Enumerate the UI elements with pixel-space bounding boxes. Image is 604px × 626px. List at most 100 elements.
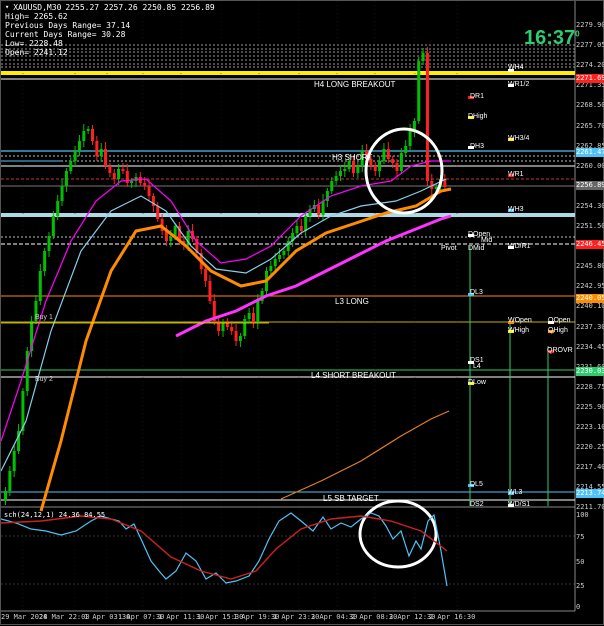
oscillator-tick-label: 50 xyxy=(576,558,585,566)
level-qopen-label: QOpen xyxy=(548,317,571,324)
price-tick-label: 2265.70 xyxy=(576,121,604,130)
candle-body xyxy=(104,149,108,166)
candle-body xyxy=(143,183,147,186)
candle-body xyxy=(299,226,303,231)
candle-body xyxy=(386,149,390,159)
oscillator-main-line xyxy=(1,512,448,587)
level-dh3-label: DH3 xyxy=(470,143,485,150)
candle-body xyxy=(408,131,412,146)
level-wr12-label: WR1/2 xyxy=(508,81,530,88)
level-wds1-label: WD/S1 xyxy=(508,501,531,508)
candle-body xyxy=(282,251,286,255)
ohlc-readout: 2255.27 2257.26 2250.85 2256.89 xyxy=(65,3,215,12)
oscillator-title: sch(24,12,1) 24.36 84.55 xyxy=(4,511,106,519)
price-tick-label: 2260.00 xyxy=(576,161,604,170)
candle-body xyxy=(121,169,125,171)
price-tick-label: 2268.50 xyxy=(576,101,604,110)
level-dl5-label: DL5 xyxy=(470,481,483,488)
candle-body xyxy=(321,201,325,215)
level-mid-label: Mid xyxy=(481,237,493,244)
candle-body xyxy=(225,323,229,327)
price-tick-label: 2240.10 xyxy=(576,302,604,311)
level-pivot-label: Pivot xyxy=(441,245,457,252)
oscillator-tick-label: 0 xyxy=(576,603,581,611)
level-whigh-label: WHigh xyxy=(508,327,530,334)
chart-window[interactable]: ▾ XAUUSD,M30 2255.27 2257.26 2250.85 2256.… xyxy=(0,0,604,625)
candle-body xyxy=(208,281,212,301)
candle-body xyxy=(356,166,360,173)
candle-body xyxy=(234,331,238,341)
time-tick-label: 28 Mar 22:00 xyxy=(39,613,90,621)
candle-body xyxy=(334,176,338,181)
candle-body xyxy=(304,216,308,231)
candle-body xyxy=(391,159,395,163)
candle-body xyxy=(352,161,355,173)
level-wh4-label: WH4 xyxy=(508,64,524,71)
candle-body xyxy=(130,181,134,183)
symbol-dropdown-icon[interactable]: ▾ xyxy=(5,3,9,12)
level-wdr1-label: WD/R1 xyxy=(508,243,531,250)
price-tick-label: 2242.95 xyxy=(576,282,604,291)
candle-body xyxy=(51,216,55,236)
level-h4-label: H4 LONG BREAKOUT xyxy=(314,80,396,89)
candle-body xyxy=(343,169,347,171)
candle-body xyxy=(278,255,282,259)
price-tick-label: 2279.90 xyxy=(576,21,604,29)
price-tick-label: 2251.50 xyxy=(576,222,604,230)
candle-body xyxy=(217,321,221,331)
clock-display: 16:370 xyxy=(524,27,580,49)
candle-body xyxy=(43,251,47,271)
info-line: Current Days Range= 30.28 xyxy=(5,30,126,39)
candle-body xyxy=(230,327,234,331)
candle-body xyxy=(347,161,351,169)
candle-body xyxy=(47,236,51,251)
candle-body xyxy=(8,471,12,491)
price-marker-box: 2261.47 xyxy=(576,148,604,157)
candle-body xyxy=(317,205,321,215)
candle-body xyxy=(269,266,273,271)
oscillator-signal-line xyxy=(1,515,448,580)
candle-body xyxy=(82,131,86,141)
candle-body xyxy=(73,151,77,161)
price-tick-label: 2228.75 xyxy=(576,382,604,391)
price-marker-box: 2240.05 xyxy=(576,294,604,303)
candle-body xyxy=(247,313,251,319)
candle-body xyxy=(60,186,64,201)
candle-body xyxy=(86,129,90,131)
candle-body xyxy=(77,141,81,151)
time-tick-label: 2 Apr 16:30 xyxy=(429,613,476,621)
level-dl3-label: DL3 xyxy=(470,289,483,296)
oscillator-tick-label: 25 xyxy=(576,582,585,590)
info-line: Open= 2241.12 xyxy=(5,48,68,57)
candle-body xyxy=(295,226,299,233)
candle-body xyxy=(147,186,151,196)
level-dmid-label: DMid xyxy=(468,245,485,252)
candle-body xyxy=(378,161,382,171)
price-tick-label: 2234.45 xyxy=(576,342,604,351)
ma-magenta-bold-line xyxy=(175,214,452,338)
candle-body xyxy=(373,166,377,171)
level-wopen-label: WOpen xyxy=(508,317,532,324)
level-wr1-label: WR1 xyxy=(508,171,524,178)
price-tick-label: 2277.05 xyxy=(576,41,604,50)
price-tick-label: 2223.10 xyxy=(576,423,604,431)
candle-body xyxy=(117,169,121,179)
candle-body xyxy=(338,171,342,176)
price-tick-label: 2274.20 xyxy=(576,61,604,70)
info-line: High= 2265.62 xyxy=(5,12,68,21)
buy-order-label[interactable]: Buy 1 xyxy=(35,314,53,321)
buy-order-label[interactable]: Buy 2 xyxy=(35,376,53,383)
price-marker-box: 2246.45 xyxy=(576,240,604,249)
level-qrov-label: QROVR xyxy=(547,347,573,354)
candle-body xyxy=(69,161,73,171)
price-tick-label: 2237.30 xyxy=(576,322,604,331)
level-dlow-label: DLow xyxy=(468,379,486,386)
level-wh3-label: WH3 xyxy=(508,206,524,213)
oscillator-tick-label: 100 xyxy=(576,511,589,519)
level-l4b-label: L4 xyxy=(473,363,481,370)
candle-body xyxy=(4,491,7,501)
candle-body xyxy=(251,313,255,323)
price-chart[interactable] xyxy=(1,1,604,626)
candle-body xyxy=(330,181,334,191)
price-tick-label: 2220.25 xyxy=(576,443,604,452)
